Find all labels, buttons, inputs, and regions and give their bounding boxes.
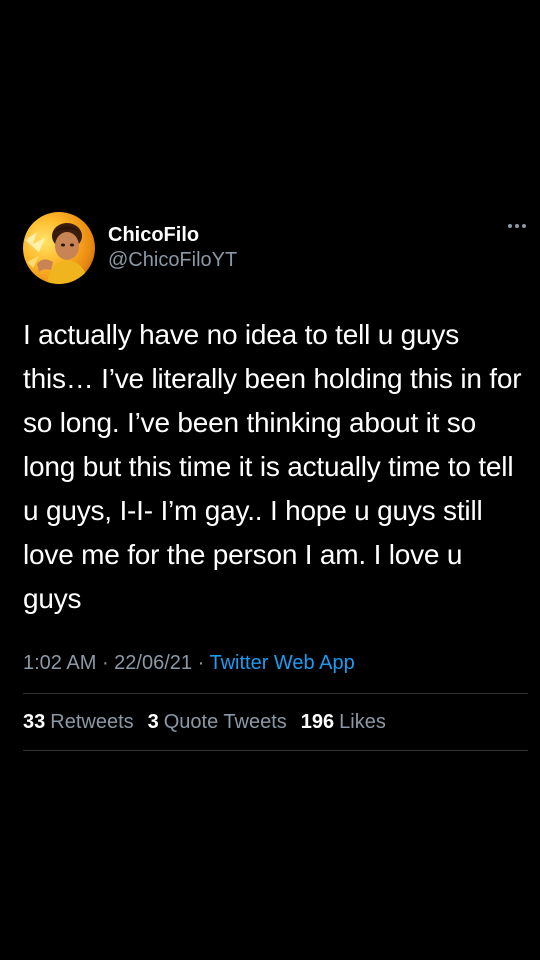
more-dot: [522, 224, 526, 228]
quote-tweets-count: 3: [147, 710, 159, 733]
divider: [23, 750, 528, 751]
tweet-text: I actually have no idea to tell u guys t…: [23, 319, 522, 614]
meta-separator: ·: [101, 652, 115, 674]
more-dot: [515, 224, 519, 228]
tweet-header: ChicoFilo @ChicoFiloYT: [23, 210, 528, 286]
likes-stat[interactable]: 196 Likes: [301, 711, 386, 734]
tweet-date[interactable]: 22/06/21: [114, 652, 192, 674]
quote-tweets-label: Quote Tweets: [163, 710, 287, 733]
more-horizontal-icon[interactable]: [508, 224, 526, 228]
likes-count: 196: [300, 710, 335, 733]
retweets-label: Retweets: [50, 710, 134, 733]
tweet-time[interactable]: 1:02 AM: [23, 652, 96, 674]
more-dot: [508, 224, 512, 228]
tweet-detail: ChicoFilo @ChicoFiloYT I actually have n…: [23, 210, 528, 751]
tweet-stats: 33 Retweets 3 Quote Tweets 196 Likes: [23, 694, 528, 750]
meta-separator: ·: [197, 652, 210, 674]
author-handle[interactable]: @ChicoFiloYT: [108, 247, 237, 273]
likes-label: Likes: [339, 710, 386, 733]
retweets-stat[interactable]: 33 Retweets: [23, 711, 134, 734]
author-names: ChicoFilo @ChicoFiloYT: [108, 223, 237, 273]
tweet-meta: 1:02 AM · 22/06/21 · Twitter Web App: [23, 649, 528, 677]
avatar-image: [25, 223, 89, 284]
author-display-name[interactable]: ChicoFilo: [108, 223, 237, 247]
avatar[interactable]: [23, 212, 95, 284]
tweet-source-link[interactable]: Twitter Web App: [209, 652, 354, 674]
quote-tweets-stat[interactable]: 3 Quote Tweets: [148, 711, 287, 734]
retweets-count: 33: [23, 710, 46, 733]
